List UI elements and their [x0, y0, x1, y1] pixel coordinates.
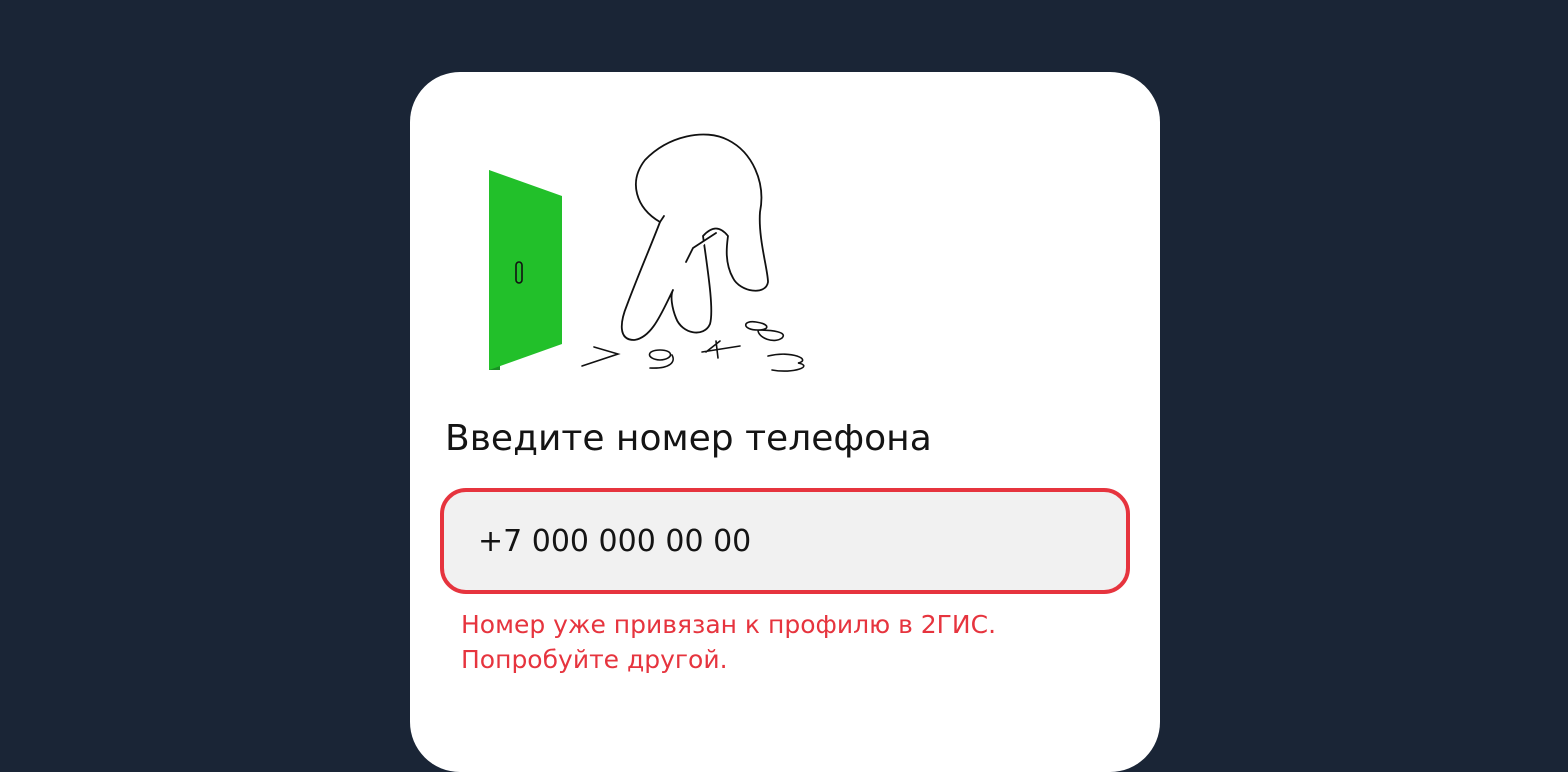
digit-4 — [701, 340, 741, 359]
hand-typing-icon — [620, 133, 769, 341]
page-title: Введите номер телефона — [445, 418, 932, 459]
error-line-2: Попробуйте другой. — [461, 645, 728, 674]
phone-illustration — [489, 133, 805, 372]
digit-7 — [581, 346, 621, 367]
digit-3 — [767, 353, 805, 372]
error-line-1: Номер уже привязан к профилю в 2ГИС. — [461, 610, 997, 639]
error-message: Номер уже привязан к профилю в 2ГИС. Поп… — [461, 607, 1101, 677]
digit-8 — [744, 320, 785, 342]
digit-9 — [648, 349, 674, 369]
green-door-icon — [489, 170, 562, 370]
phone-field[interactable] — [440, 488, 1130, 594]
phone-input[interactable] — [478, 492, 1078, 590]
